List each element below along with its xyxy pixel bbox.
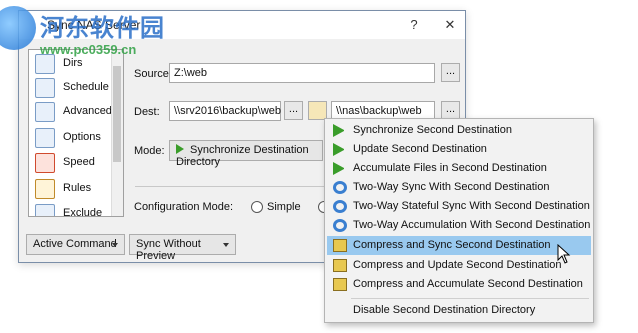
menu-item-two-way-stateful[interactable]: Two-Way Stateful Sync With Second Destin… xyxy=(327,197,591,216)
menu-item-two-way-accumulation[interactable]: Two-Way Accumulation With Second Destina… xyxy=(327,216,591,235)
options-icon xyxy=(35,128,55,148)
sidebar-item-rules[interactable]: Rules xyxy=(33,177,121,201)
mouse-cursor-icon xyxy=(557,244,571,264)
sidebar-item-label: Exclude xyxy=(63,207,103,217)
menu-item-label: Compress and Update Second Destination xyxy=(353,259,562,271)
menu-item-label: Two-Way Sync With Second Destination xyxy=(353,181,550,193)
chevron-down-icon xyxy=(223,243,229,247)
schedule-icon xyxy=(35,78,55,98)
sidebar-item-label: Speed xyxy=(63,156,95,168)
menu-item-compress-sync[interactable]: Compress and Sync Second Destination xyxy=(327,236,591,255)
menu-item-update-second[interactable]: Update Second Destination xyxy=(327,140,591,159)
menu-item-label: Accumulate Files in Second Destination xyxy=(353,162,547,174)
menu-item-sync-second[interactable]: Synchronize Second Destination xyxy=(327,121,591,140)
green-arrow-icon xyxy=(333,124,347,137)
source-label: Source: xyxy=(134,68,172,80)
watermark-logo-icon xyxy=(0,6,36,50)
sidebar-item-label: Advanced xyxy=(63,105,112,117)
rules-icon xyxy=(35,179,55,199)
dest-input[interactable]: \\srv2016\backup\web xyxy=(169,101,281,121)
sidebar-item-options[interactable]: Options xyxy=(33,126,121,150)
two-way-sync-icon xyxy=(333,181,347,194)
config-mode-label: Configuration Mode: xyxy=(134,201,234,213)
active-command-dropdown[interactable]: Active Command xyxy=(26,234,125,255)
sidebar-item-label: Options xyxy=(63,131,101,143)
watermark: 河东软件园 www.pc0359.cn xyxy=(0,2,210,62)
exclude-icon xyxy=(35,204,55,216)
menu-item-compress-accumulate[interactable]: Compress and Accumulate Second Destinati… xyxy=(327,275,591,294)
menu-item-label: Compress and Sync Second Destination xyxy=(353,239,551,251)
mode-label: Mode: xyxy=(134,145,165,157)
active-command-label: Active Command xyxy=(33,238,117,250)
menu-item-label: Two-Way Accumulation With Second Destina… xyxy=(353,219,591,231)
green-arrow-icon xyxy=(176,144,184,154)
green-arrow-icon xyxy=(333,162,347,175)
two-way-sync-icon xyxy=(333,200,347,213)
compress-icon xyxy=(333,278,347,291)
sidebar-item-speed[interactable]: Speed xyxy=(33,151,121,175)
menu-item-label: Compress and Accumulate Second Destinati… xyxy=(353,278,583,290)
speed-icon xyxy=(35,153,55,173)
radio-simple-label: Simple xyxy=(267,201,301,213)
help-button[interactable]: ? xyxy=(403,15,425,35)
context-menu: Synchronize Second Destination Update Se… xyxy=(324,118,594,323)
sync-mode-dropdown[interactable]: Sync Without Preview xyxy=(129,234,236,262)
menu-item-disable-second[interactable]: Disable Second Destination Directory xyxy=(327,301,591,320)
compress-icon xyxy=(333,239,347,252)
menu-item-label: Update Second Destination xyxy=(353,143,487,155)
two-way-sync-icon xyxy=(333,219,347,232)
sync-mode-label: Sync Without Preview xyxy=(136,238,201,262)
sidebar: Dirs Schedule Advanced Options Speed Rul… xyxy=(28,49,124,217)
radio-simple[interactable] xyxy=(251,201,263,213)
sidebar-scrollbar[interactable] xyxy=(111,50,123,216)
menu-item-accumulate-second[interactable]: Accumulate Files in Second Destination xyxy=(327,159,591,178)
source-input[interactable]: Z:\web xyxy=(169,63,435,83)
sidebar-item-label: Schedule xyxy=(63,81,109,93)
watermark-url: www.pc0359.cn xyxy=(40,42,137,57)
mode-value: Synchronize Destination Directory xyxy=(176,144,309,168)
menu-separator xyxy=(351,298,589,299)
advanced-icon xyxy=(35,102,55,122)
dest-label: Dest: xyxy=(134,106,160,118)
menu-item-two-way-sync[interactable]: Two-Way Sync With Second Destination xyxy=(327,178,591,197)
menu-item-label: Disable Second Destination Directory xyxy=(353,304,536,316)
compress-icon xyxy=(333,259,347,272)
chevron-down-icon xyxy=(112,243,118,247)
green-arrow-icon xyxy=(333,143,347,156)
menu-item-label: Synchronize Second Destination xyxy=(353,124,512,136)
sidebar-item-exclude[interactable]: Exclude xyxy=(33,202,121,217)
watermark-brand: 河东软件园 xyxy=(40,13,165,42)
menu-item-compress-update[interactable]: Compress and Update Second Destination xyxy=(327,256,591,275)
scrollbar-thumb[interactable] xyxy=(113,66,121,162)
menu-item-label: Two-Way Stateful Sync With Second Destin… xyxy=(353,200,590,212)
source-browse-button[interactable]: ... xyxy=(441,63,460,82)
sidebar-item-schedule[interactable]: Schedule xyxy=(33,76,121,100)
dest-browse-button[interactable]: ... xyxy=(284,101,303,120)
sidebar-item-advanced[interactable]: Advanced xyxy=(33,100,121,124)
sidebar-item-label: Rules xyxy=(63,182,92,194)
mode-dropdown[interactable]: Synchronize Destination Directory xyxy=(169,140,323,168)
close-button[interactable]: ✕ xyxy=(439,15,461,35)
